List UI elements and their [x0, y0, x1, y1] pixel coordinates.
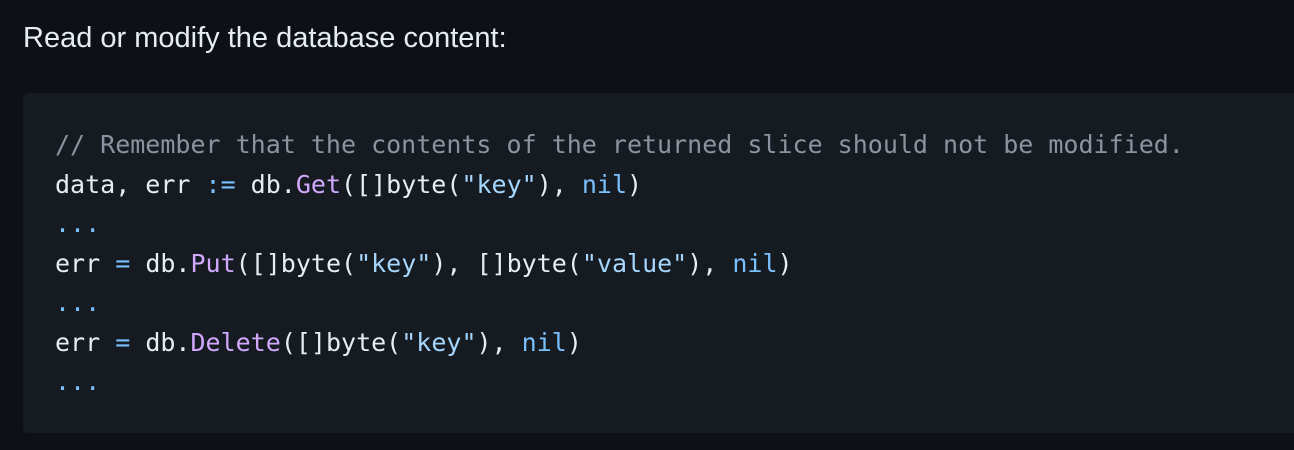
code-text: ) — [627, 169, 643, 199]
code-line-ellipsis: ... — [55, 283, 1184, 323]
code-function-get: Get — [295, 169, 341, 199]
code-string: "key" — [356, 248, 432, 278]
intro-paragraph: Read or modify the database content: — [23, 22, 507, 54]
code-line-get: data, err := db.Get([]byte("key"), nil) — [55, 165, 1184, 205]
code-operator: = — [115, 248, 131, 278]
code-text: db. — [130, 248, 191, 278]
code-string: "key" — [461, 169, 537, 199]
markdown-page: Read or modify the database content: // … — [0, 0, 1294, 450]
code-line-put: err = db.Put([]byte("key"), []byte("valu… — [55, 244, 1184, 284]
code-line-ellipsis: ... — [55, 204, 1184, 244]
code-text: ) — [566, 327, 582, 357]
code-text: ), — [476, 327, 522, 357]
code-ellipsis: ... — [55, 288, 101, 317]
code-operator: = — [115, 327, 131, 357]
code-text: db. — [130, 327, 191, 357]
code-string: "key" — [401, 327, 477, 357]
code-text: db. — [235, 169, 296, 199]
code-content[interactable]: // Remember that the contents of the ret… — [55, 125, 1184, 402]
code-text: ), — [687, 248, 733, 278]
code-string: "value" — [581, 248, 688, 278]
code-ellipsis: ... — [55, 209, 101, 238]
code-text: ) — [777, 248, 793, 278]
code-line-comment: // Remember that the contents of the ret… — [55, 125, 1184, 165]
code-text: ), []byte( — [431, 248, 582, 278]
code-block[interactable]: // Remember that the contents of the ret… — [23, 93, 1294, 433]
code-constant-nil: nil — [581, 169, 627, 199]
code-text: ([]byte( — [341, 169, 462, 199]
code-text: data, err — [55, 169, 206, 199]
code-constant-nil: nil — [521, 327, 567, 357]
code-text: ), — [536, 169, 582, 199]
code-constant-nil: nil — [732, 248, 778, 278]
code-ellipsis: ... — [55, 367, 101, 396]
code-text: ([]byte( — [235, 248, 357, 278]
code-operator: := — [205, 169, 236, 199]
code-line-delete: err = db.Delete([]byte("key"), nil) — [55, 323, 1184, 363]
code-function-delete: Delete — [190, 327, 281, 357]
code-text: err — [55, 248, 116, 278]
code-function-put: Put — [190, 248, 236, 278]
code-text: err — [55, 327, 116, 357]
code-comment: // Remember that the contents of the ret… — [55, 130, 1184, 159]
code-text: ([]byte( — [280, 327, 402, 357]
code-line-ellipsis: ... — [55, 362, 1184, 402]
